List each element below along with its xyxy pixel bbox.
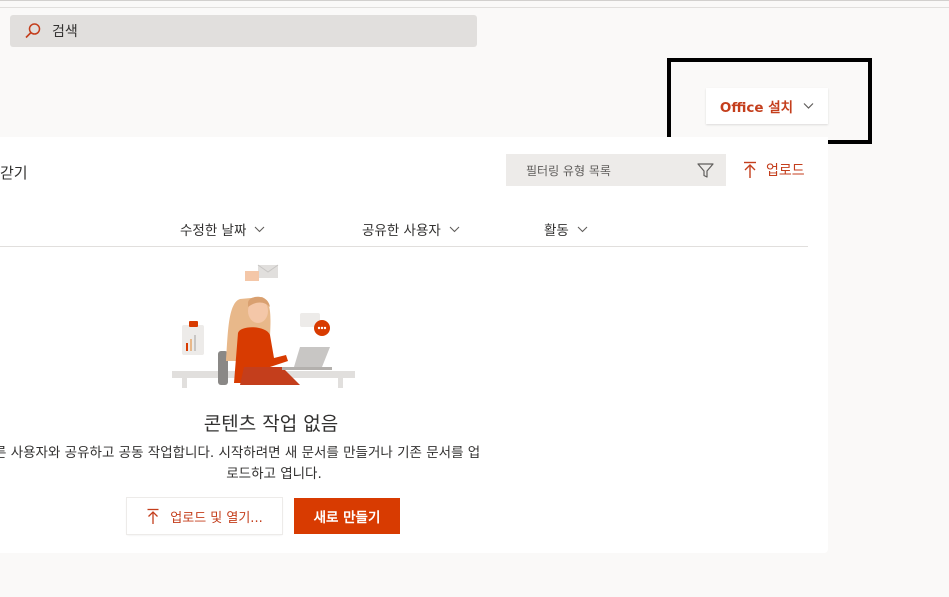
upload-arrow-icon xyxy=(147,508,159,524)
filter-placeholder: 필터링 유형 목록 xyxy=(526,163,611,178)
window-top-border xyxy=(0,0,949,1)
window-top-divider xyxy=(0,7,949,8)
filter-input[interactable]: 필터링 유형 목록 xyxy=(506,154,726,186)
empty-state-description: 른 사용자와 공유하고 공동 작업합니다. 시작하려면 새 문서를 만들거나 기… xyxy=(0,443,542,485)
create-new-button[interactable]: 새로 만들기 xyxy=(294,498,400,534)
filter-icon xyxy=(697,163,714,178)
column-header-shared-by[interactable]: 공유한 사용자 xyxy=(362,219,460,239)
search-box[interactable]: 검색 xyxy=(10,15,477,47)
empty-state-illustration xyxy=(172,264,355,388)
column-header-label: 공유한 사용자 xyxy=(362,223,441,239)
empty-state-title: 콘텐츠 작업 없음 xyxy=(203,413,339,435)
column-header-activity[interactable]: 활동 xyxy=(544,219,588,239)
annotation-highlight-box xyxy=(667,58,872,144)
column-header-modified[interactable]: 수정한 날짜 xyxy=(180,219,265,239)
empty-state-description-line1: 른 사용자와 공유하고 공동 작업합니다. 시작하려면 새 문서를 만들거나 기… xyxy=(0,445,481,461)
empty-state-description-line2: 로드하고 엽니다. xyxy=(226,466,322,482)
upload-and-open-label: 업로드 및 열기... xyxy=(170,510,263,526)
card-title: 갇기 xyxy=(0,164,28,182)
chevron-down-icon xyxy=(577,226,588,232)
upload-label: 업로드 xyxy=(766,163,805,179)
search-icon xyxy=(25,23,41,39)
upload-and-open-button[interactable]: 업로드 및 열기... xyxy=(127,498,282,534)
files-card: 갇기 필터링 유형 목록 업로드 수정한 날짜 공유한 사용자 활동 콘텐츠 작… xyxy=(0,137,828,553)
upload-arrow-icon xyxy=(744,161,756,178)
create-new-label: 새로 만들기 xyxy=(313,510,381,526)
chevron-down-icon xyxy=(449,226,460,232)
chevron-down-icon xyxy=(255,226,265,232)
column-header-label: 활동 xyxy=(544,223,569,239)
search-placeholder: 검색 xyxy=(52,24,78,40)
column-header-label: 수정한 날짜 xyxy=(180,223,247,239)
upload-button[interactable]: 업로드 xyxy=(742,159,805,181)
column-divider xyxy=(0,246,808,247)
